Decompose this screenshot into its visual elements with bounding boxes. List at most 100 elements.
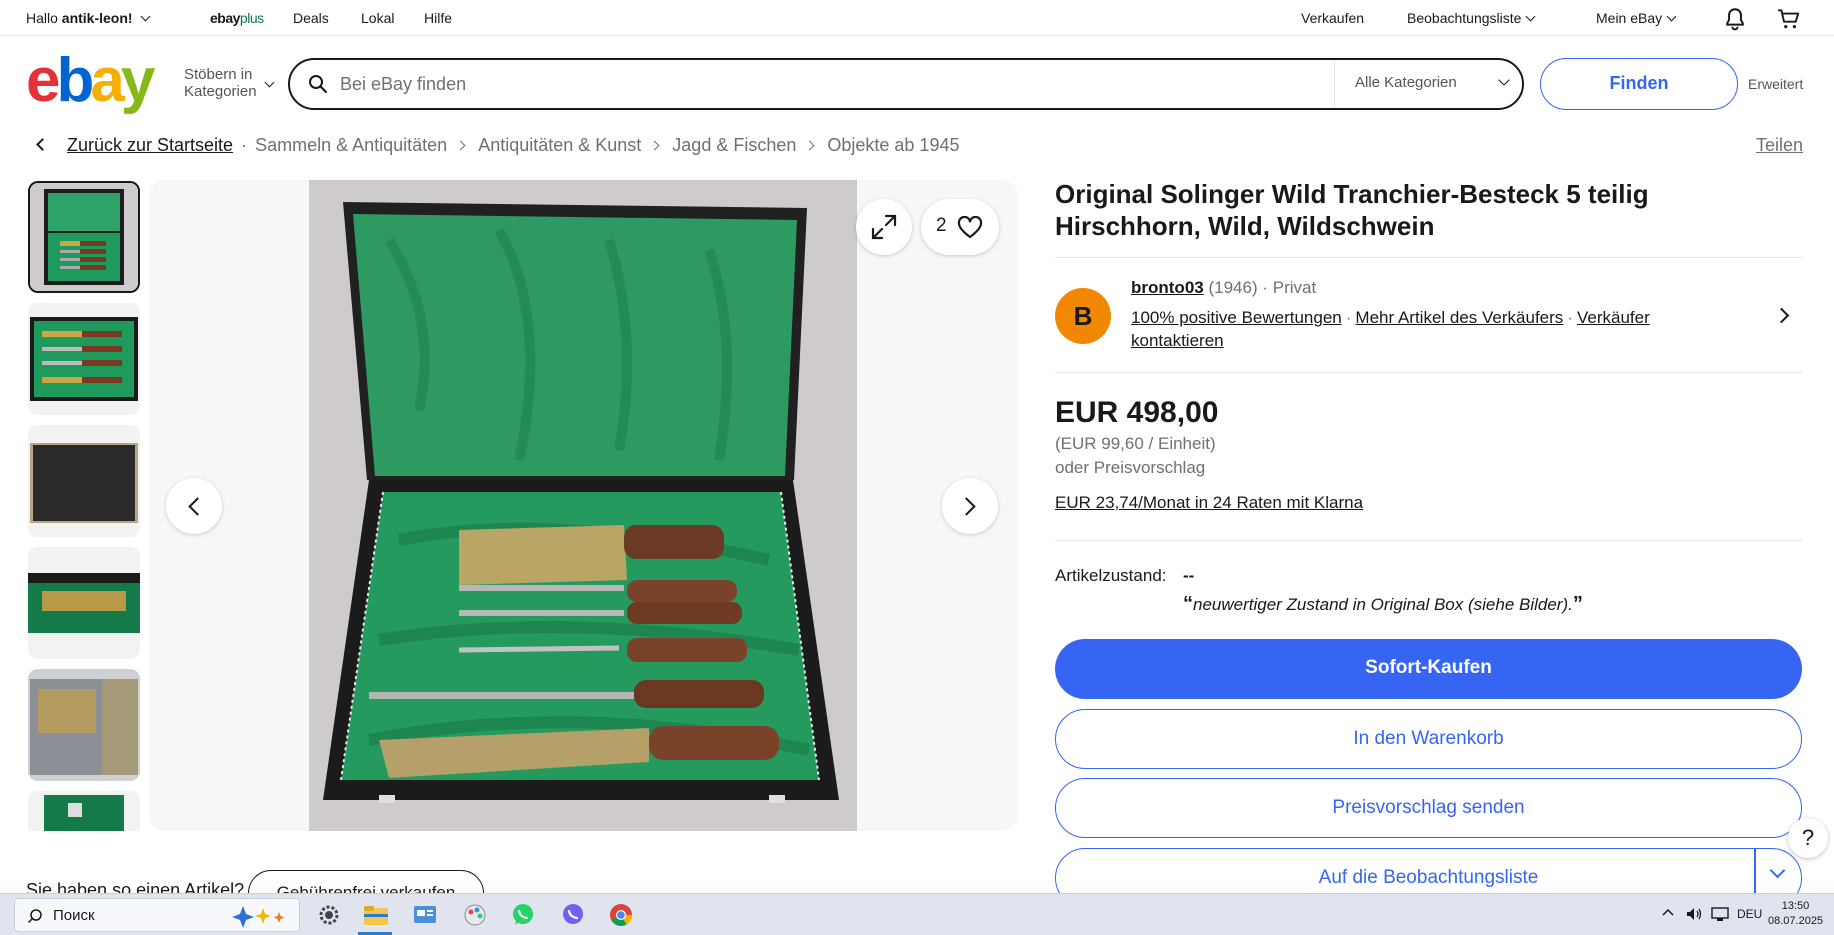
condition-label: Artikelzustand: xyxy=(1055,566,1167,585)
network-icon[interactable] xyxy=(1710,906,1730,925)
chevron-right-icon xyxy=(804,140,815,151)
breadcrumb-item[interactable]: Antiquitäten & Kunst xyxy=(478,135,641,155)
make-offer-button[interactable]: Preisvorschlag senden xyxy=(1055,778,1802,838)
condition-description: “neuwertiger Zustand in Original Box (si… xyxy=(1183,593,1583,616)
positive-feedback-link[interactable]: 100% positive Bewertungen xyxy=(1131,308,1342,327)
divider xyxy=(1055,372,1803,373)
volume-icon[interactable] xyxy=(1685,906,1703,925)
logo-letter-y: y xyxy=(120,46,156,115)
thumbnail-image xyxy=(30,183,138,291)
cart-icon[interactable] xyxy=(1776,6,1802,32)
quote-open: “ xyxy=(1183,593,1193,615)
ebay-plus-link[interactable]: ebayplus xyxy=(210,10,264,26)
thumbnail-3[interactable] xyxy=(28,425,140,537)
heart-icon xyxy=(957,216,983,239)
klarna-financing-link[interactable]: EUR 23,74/Monat in 24 Raten mit Klarna xyxy=(1055,493,1363,513)
thumbnail-image xyxy=(28,791,140,831)
help-button[interactable]: ? xyxy=(1788,818,1828,858)
quote-close: ” xyxy=(1572,593,1583,615)
whatsapp-icon[interactable] xyxy=(510,902,536,928)
breadcrumb-home-link[interactable]: Zurück zur Startseite xyxy=(67,135,233,155)
app-window-icon[interactable] xyxy=(412,902,438,928)
sparkle-icon xyxy=(232,906,285,928)
paint-app-icon[interactable] xyxy=(462,902,488,928)
category-select-value: Alle Kategorien xyxy=(1355,74,1457,91)
share-link[interactable]: Teilen xyxy=(1756,135,1803,156)
watch-favorite-button[interactable]: 2 xyxy=(921,199,999,255)
viber-icon[interactable] xyxy=(560,902,586,928)
separator-dot: · xyxy=(1345,308,1352,327)
breadcrumb-item[interactable]: Jagd & Fischen xyxy=(672,135,796,155)
seller-name-link[interactable]: bronto03 xyxy=(1131,278,1204,297)
seller-type: Privat xyxy=(1272,278,1317,297)
category-select[interactable]: Alle Kategorien xyxy=(1334,60,1522,108)
separator-dot: · xyxy=(1567,308,1573,327)
sell-link[interactable]: Verkaufen xyxy=(1301,10,1364,26)
breadcrumb-item[interactable]: Objekte ab 1945 xyxy=(827,135,959,155)
chevron-right-icon xyxy=(649,140,660,151)
next-image-button[interactable] xyxy=(942,478,998,534)
deals-link[interactable]: Deals xyxy=(293,10,329,26)
buy-now-button[interactable]: Sofort-Kaufen xyxy=(1055,639,1802,699)
chevron-right-icon[interactable] xyxy=(1773,307,1790,324)
local-link[interactable]: Lokal xyxy=(361,10,394,26)
tray-expand-icon[interactable] xyxy=(1661,906,1675,923)
ebay-plus-text: ebay xyxy=(210,10,240,26)
chevron-down-icon xyxy=(1498,74,1510,86)
condition-value: -- xyxy=(1183,566,1195,585)
chevron-right-icon xyxy=(957,497,976,516)
thumbnail-4[interactable] xyxy=(28,547,140,659)
unit-price: (EUR 99,60 / Einheit) xyxy=(1055,434,1216,453)
file-explorer-icon[interactable] xyxy=(358,902,392,935)
username: antik-leon! xyxy=(61,10,133,26)
clock-time: 13:50 xyxy=(1781,900,1810,912)
taskbar-search[interactable]: Поиск xyxy=(14,898,300,932)
settings-gear-icon[interactable] xyxy=(316,902,342,928)
chevron-down-icon[interactable] xyxy=(1769,862,1786,879)
seller-avatar[interactable]: B xyxy=(1055,288,1111,344)
greeting-text: Hallo xyxy=(26,10,58,26)
watchlist-menu[interactable]: Beobachtungsliste xyxy=(1407,10,1536,26)
more-seller-items-link[interactable]: Mehr Artikel des Verkäufers xyxy=(1355,308,1563,327)
best-offer-text: oder Preisvorschlag xyxy=(1055,458,1206,477)
keyboard-language[interactable]: DEU xyxy=(1737,907,1762,921)
find-button[interactable]: Finden xyxy=(1540,58,1738,110)
search-input[interactable] xyxy=(340,70,1340,98)
chevron-down-icon xyxy=(1666,11,1677,22)
add-to-watchlist-label: Auf die Beobachtungsliste xyxy=(1318,867,1539,888)
previous-image-button[interactable] xyxy=(166,478,222,534)
thumbnail-6[interactable] xyxy=(28,791,140,831)
thumbnail-2[interactable] xyxy=(28,303,140,415)
ebay-logo[interactable]: ebay xyxy=(26,50,155,112)
seller-info: bronto03 (1946) · Privat xyxy=(1131,278,1316,298)
chevron-down-icon xyxy=(1525,11,1536,22)
main-image-viewer[interactable]: 2 xyxy=(149,180,1018,831)
favorite-count: 2 xyxy=(936,215,947,236)
logo-letter-a: a xyxy=(90,46,125,115)
top-navigation-bar: Hallo antik-leon! ebayplus Deals Lokal H… xyxy=(0,0,1834,36)
browse-categories-button[interactable]: Stöbern in Kategorien xyxy=(184,66,275,100)
chevron-left-icon[interactable] xyxy=(36,138,49,151)
fullscreen-button[interactable] xyxy=(856,199,912,255)
notification-bell-icon[interactable] xyxy=(1722,6,1748,32)
listing-title: Original Solinger Wild Tranchier-Besteck… xyxy=(1055,179,1649,241)
ebay-plus-suffix: plus xyxy=(239,10,264,26)
seller-feedback-score[interactable]: (1946) xyxy=(1208,278,1257,297)
help-link[interactable]: Hilfe xyxy=(424,10,452,26)
add-to-cart-button[interactable]: In den Warenkorb xyxy=(1055,709,1802,769)
price: EUR 498,00 xyxy=(1055,396,1219,429)
chevron-down-icon xyxy=(264,77,275,88)
separator-dot: · xyxy=(1262,278,1269,297)
breadcrumb-item[interactable]: Sammeln & Antiquitäten xyxy=(255,135,447,155)
system-clock[interactable]: 13:50 08.07.2025 xyxy=(1768,899,1823,929)
thumbnail-1[interactable] xyxy=(28,181,140,293)
product-photo xyxy=(309,180,857,831)
thumbnail-5[interactable] xyxy=(28,669,140,781)
my-ebay-menu[interactable]: Mein eBay xyxy=(1596,10,1677,26)
thumbnail-image xyxy=(28,669,140,781)
condition-note-text: neuwertiger Zustand in Original Box (sie… xyxy=(1193,595,1573,614)
advanced-search-link[interactable]: Erweitert xyxy=(1748,76,1803,92)
user-greeting-menu[interactable]: Hallo antik-leon! xyxy=(26,10,151,26)
thumbnail-image xyxy=(28,425,140,537)
chrome-icon[interactable] xyxy=(602,894,640,928)
